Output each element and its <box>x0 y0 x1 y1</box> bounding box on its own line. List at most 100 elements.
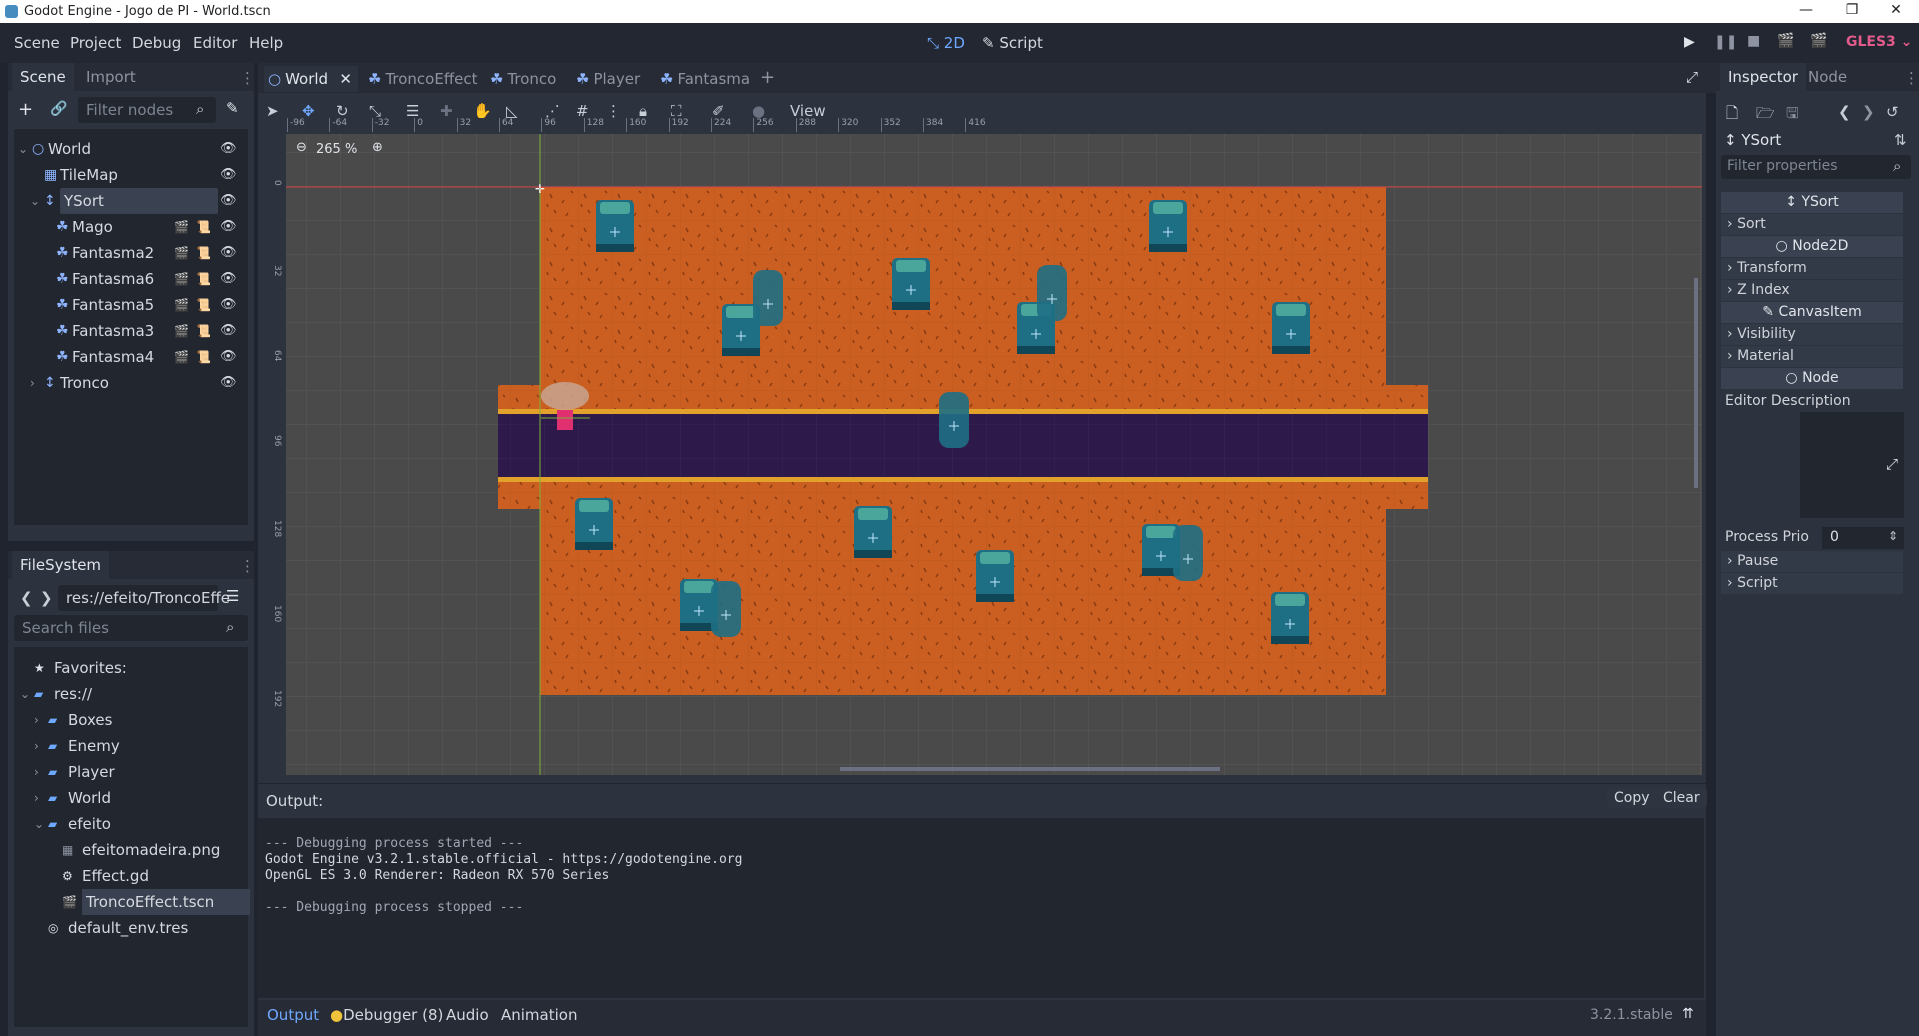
visibility-eye-icon[interactable]: 👁 <box>220 344 237 370</box>
stop-button[interactable]: ■ <box>1747 33 1760 49</box>
minimize-button[interactable]: — <box>1783 0 1829 23</box>
menu-debug[interactable]: Debug <box>132 34 181 52</box>
section-pause[interactable]: › Pause <box>1721 551 1903 572</box>
save-resource-icon[interactable]: 🖫 <box>1786 103 1799 128</box>
back-arrow-icon[interactable]: ❮ <box>20 589 33 607</box>
dock-menu-icon[interactable]: ⋮ <box>240 69 255 87</box>
scene-tab-tronco[interactable]: ☘ Tronco <box>486 66 566 92</box>
file-item-default-env-tres[interactable]: ◎ default_env.tres <box>14 915 248 941</box>
play-custom-scene-icon[interactable]: 🎬 <box>1810 33 1827 49</box>
link-icon[interactable]: 🔗 <box>50 101 67 117</box>
scene-node-mago[interactable]: ☘ Mago 🎬 📜 👁 <box>14 214 248 240</box>
script-icon[interactable]: 📜 <box>196 266 211 292</box>
scene-node-fantasma2[interactable]: ☘ Fantasma2 🎬 📜 👁 <box>14 240 248 266</box>
file-item-effect-gd[interactable]: ⚙ Effect.gd <box>14 863 248 889</box>
section-material[interactable]: › Material <box>1721 346 1903 367</box>
section-script[interactable]: › Script <box>1721 573 1903 594</box>
dock-menu-icon[interactable]: ⋮ <box>240 557 255 575</box>
file-item-efeitomadeira-png[interactable]: ▦ efeitomadeira.png <box>14 837 248 863</box>
visibility-eye-icon[interactable]: 👁 <box>220 318 237 344</box>
chevron-down-icon[interactable]: ⌄ <box>34 811 44 837</box>
inspected-object[interactable]: ↕ YSort <box>1724 131 1781 149</box>
history-forward-icon[interactable]: ❯ <box>1862 103 1875 121</box>
section-sort[interactable]: › Sort <box>1721 214 1903 235</box>
scene-tab-fantasma[interactable]: ☘ Fantasma <box>656 66 752 92</box>
play-scene-icon[interactable]: 🎬 <box>1777 33 1794 49</box>
file-item-world[interactable]: › ▰ World <box>14 785 248 811</box>
file-item-boxes[interactable]: › ▰ Boxes <box>14 707 248 733</box>
add-scene-tab-icon[interactable]: + <box>760 67 775 88</box>
instance-icon[interactable]: 🎬 <box>174 292 189 318</box>
editor-description-field[interactable]: ⤢ <box>1800 412 1904 518</box>
object-properties-icon[interactable]: ⇅ <box>1894 131 1907 149</box>
scene-node-tilemap[interactable]: ▦ TileMap 👁 <box>14 162 248 188</box>
tab-inspector[interactable]: Inspector <box>1720 63 1806 91</box>
chevron-down-icon[interactable]: ⌄ <box>20 681 30 707</box>
chevron-right-icon[interactable]: › <box>34 759 39 785</box>
menu-scene[interactable]: Scene <box>14 34 60 52</box>
visibility-eye-icon[interactable]: 👁 <box>220 188 237 214</box>
viewport-canvas[interactable]: ✛ -96 -64 -32 0 32 64 96 128 160 192 224 256 288 320 3… <box>270 118 1702 775</box>
close-window-button[interactable]: ✕ <box>1873 0 1919 23</box>
script-icon[interactable]: 📜 <box>196 344 211 370</box>
renderer-select[interactable]: GLES3 ⌄ <box>1846 34 1912 50</box>
chevron-right-icon[interactable]: › <box>34 707 39 733</box>
scene-node-fantasma3[interactable]: ☘ Fantasma3 🎬 📜 👁 <box>14 318 248 344</box>
workspace-script-button[interactable]: ✎ Script <box>982 34 1043 52</box>
open-resource-icon[interactable]: 🗁 <box>1756 103 1775 128</box>
scene-node-tronco[interactable]: › ↕ Tronco 👁 <box>14 370 248 396</box>
zoom-out-icon[interactable]: ⊖ <box>296 140 307 155</box>
scene-tab-player[interactable]: ☘ Player <box>572 66 650 92</box>
instance-icon[interactable]: 🎬 <box>174 318 189 344</box>
expand-icon[interactable]: ⤢ <box>1886 455 1898 473</box>
chevron-right-icon[interactable]: › <box>34 785 39 811</box>
workspace-2d-button[interactable]: ⤡ 2D <box>927 34 965 52</box>
scene-node-fantasma4[interactable]: ☘ Fantasma4 🎬 📜 👁 <box>14 344 248 370</box>
expand-bottom-panel-icon[interactable]: ⇈ <box>1682 1006 1694 1022</box>
instance-icon[interactable]: 🎬 <box>174 240 189 266</box>
dock-menu-icon[interactable]: ⋮ <box>1904 69 1919 87</box>
script-icon[interactable]: 📜 <box>196 240 211 266</box>
script-icon[interactable]: 📜 <box>196 292 211 318</box>
tab-animation[interactable]: Animation <box>501 1006 577 1024</box>
file-item-efeito[interactable]: ⌄ ▰ efeito <box>14 811 248 837</box>
scene-node-fantasma6[interactable]: ☘ Fantasma6 🎬 📜 👁 <box>14 266 248 292</box>
add-node-icon[interactable]: + <box>18 99 33 120</box>
forward-arrow-icon[interactable]: ❯ <box>40 589 53 607</box>
scene-tab-world[interactable]: ○ World ✕ <box>264 66 358 92</box>
close-tab-icon[interactable]: ✕ <box>339 66 352 92</box>
maximize-button[interactable]: ❐ <box>1829 0 1875 23</box>
tab-node[interactable]: Node <box>1800 63 1855 91</box>
file-item-troncoeffect-tscn[interactable]: 🎬 TroncoEffect.tscn <box>14 889 250 915</box>
tab-scene[interactable]: Scene <box>12 63 74 91</box>
scene-node-world[interactable]: ⌄ ○ World 👁 <box>14 136 248 162</box>
pause-button[interactable]: ❚❚ <box>1714 34 1737 50</box>
scene-tab-troncoeffect[interactable]: ☘ TroncoEffect <box>364 66 480 92</box>
visibility-eye-icon[interactable]: 👁 <box>220 266 237 292</box>
spinbox-arrows-icon[interactable]: ⇕ <box>1888 529 1898 543</box>
visibility-eye-icon[interactable]: 👁 <box>220 136 237 162</box>
visibility-eye-icon[interactable]: 👁 <box>220 214 237 240</box>
chevron-right-icon[interactable]: › <box>30 370 35 396</box>
visibility-eye-icon[interactable]: 👁 <box>220 292 237 318</box>
section-transform[interactable]: › Transform <box>1721 258 1903 279</box>
copy-output-button[interactable]: Copy <box>1607 788 1657 808</box>
tab-output[interactable]: Output <box>267 1006 319 1024</box>
clear-output-button[interactable]: Clear <box>1656 788 1707 808</box>
tab-debugger[interactable]: ●Debugger (8) <box>330 1006 443 1024</box>
history-back-icon[interactable]: ❮ <box>1838 103 1851 121</box>
script-icon[interactable]: 📜 <box>196 318 211 344</box>
scene-script-icon[interactable]: ✎ <box>226 99 239 117</box>
chevron-down-icon[interactable]: ⌄ <box>18 136 28 162</box>
filter-nodes-input[interactable]: Filter nodes ⌕ <box>78 97 216 123</box>
path-field[interactable]: res://efeito/TroncoEffe <box>58 585 230 611</box>
section-visibility[interactable]: › Visibility <box>1721 324 1903 345</box>
zoom-level[interactable]: 265 % <box>316 142 357 157</box>
file-item-player[interactable]: › ▰ Player <box>14 759 248 785</box>
menu-help[interactable]: Help <box>249 34 283 52</box>
history-icon[interactable]: ↺ <box>1886 103 1899 121</box>
script-icon[interactable]: 📜 <box>196 214 211 240</box>
scene-node-fantasma5[interactable]: ☘ Fantasma5 🎬 📜 👁 <box>14 292 248 318</box>
instance-icon[interactable]: 🎬 <box>174 266 189 292</box>
search-files-input[interactable]: Search files ⌕ <box>14 615 248 641</box>
